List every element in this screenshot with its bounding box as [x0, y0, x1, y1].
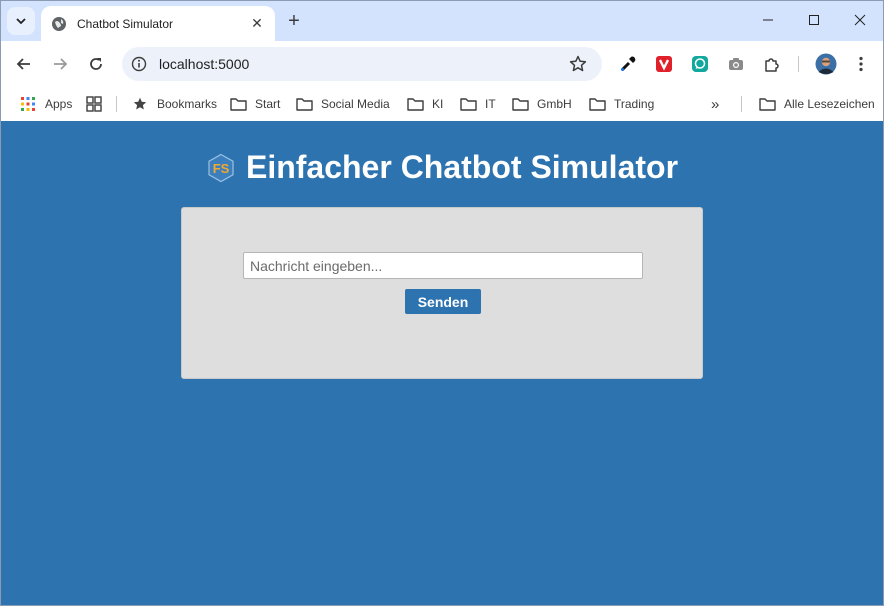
folder-icon	[511, 96, 529, 112]
reload-icon	[90, 58, 102, 70]
minimize-button[interactable]	[745, 5, 791, 35]
chat-extension-icon[interactable]	[690, 54, 710, 74]
bookmark-label: Social Media	[321, 97, 390, 111]
browser-tab[interactable]: Chatbot Simulator ✕	[41, 6, 275, 41]
bookmark-label: Start	[255, 97, 281, 111]
page-content: FS Einfacher Chatbot Simulator Senden	[1, 121, 883, 605]
address-bar[interactable]: localhost:5000	[122, 47, 602, 81]
folder-icon	[459, 96, 477, 112]
bookmark-label: Apps	[45, 97, 73, 111]
tab-title: Chatbot Simulator	[77, 16, 174, 31]
bookmark-label: KI	[432, 97, 444, 111]
tab-groups-button[interactable]	[85, 94, 111, 114]
address-url: localhost:5000	[159, 56, 250, 72]
bookmark-label: Trading	[614, 97, 655, 111]
chat-card: Senden	[181, 207, 703, 379]
browser-toolbar: localhost:5000	[1, 41, 883, 87]
browser-window: Chatbot Simulator ✕ + localhost:5000 App…	[0, 0, 884, 606]
send-button[interactable]: Senden	[405, 289, 481, 314]
toolbar-divider	[798, 56, 799, 72]
folder-icon	[758, 96, 776, 112]
bookmark-folder-social-media[interactable]: Social Media	[295, 94, 390, 114]
vivaldi-extension-icon[interactable]	[654, 54, 674, 74]
message-input[interactable]	[243, 252, 643, 279]
site-info-icon[interactable]	[130, 55, 148, 73]
bookmark-label: GmbH	[537, 97, 572, 111]
bookmarks-divider	[116, 96, 117, 112]
bookmarks-divider	[741, 96, 742, 112]
bookmark-folder-ki[interactable]: KI	[406, 94, 443, 114]
reload-button[interactable]	[83, 51, 109, 77]
bookmarks-overflow-button[interactable]: »	[711, 94, 719, 114]
all-bookmarks-label: Alle Lesezeichen	[784, 97, 875, 111]
page-header: FS Einfacher Chatbot Simulator	[1, 149, 883, 186]
folder-icon	[295, 96, 313, 112]
logo-text: FS	[213, 161, 230, 176]
minimize-icon	[763, 19, 773, 21]
puzzle-extensions-icon[interactable]	[762, 54, 782, 74]
menu-kebab-icon[interactable]	[851, 54, 871, 74]
star-icon	[131, 96, 149, 112]
bookmark-folder-start[interactable]: Start	[229, 94, 280, 114]
chevron-down-icon	[16, 18, 26, 25]
tab-search-button[interactable]	[7, 7, 35, 35]
apps-grid-icon	[19, 96, 37, 112]
close-window-button[interactable]	[837, 5, 883, 35]
bookmark-apps[interactable]: Apps	[19, 94, 72, 114]
arrow-left-icon	[16, 58, 30, 70]
back-button[interactable]	[11, 51, 37, 77]
arrow-right-icon	[54, 58, 68, 70]
fs-logo-icon: FS	[208, 153, 234, 182]
close-tab-icon[interactable]: ✕	[247, 14, 267, 34]
globe-icon	[51, 16, 67, 32]
chevron-double-right-icon: »	[711, 95, 720, 113]
bookmark-folder-trading[interactable]: Trading	[588, 94, 654, 114]
all-bookmarks-folder[interactable]: Alle Lesezeichen	[758, 94, 875, 114]
forward-button[interactable]	[47, 51, 73, 77]
maximize-icon	[809, 15, 819, 25]
bookmarks-bar: Apps Bookmarks Start Social Media KI IT …	[1, 87, 883, 121]
folder-icon	[406, 96, 424, 112]
tab-groups-icon	[85, 96, 103, 112]
folder-icon	[229, 96, 247, 112]
bookmark-label: Bookmarks	[157, 97, 218, 111]
tab-strip: Chatbot Simulator ✕ +	[1, 1, 883, 41]
folder-icon	[588, 96, 606, 112]
bookmark-label: IT	[485, 97, 496, 111]
page-title: Einfacher Chatbot Simulator	[245, 149, 679, 185]
bookmark-star-icon[interactable]	[568, 54, 588, 74]
bookmark-folder-gmbh[interactable]: GmbH	[511, 94, 572, 114]
close-icon	[854, 14, 866, 26]
new-tab-button[interactable]: +	[282, 10, 306, 32]
eyedropper-extension-icon[interactable]	[618, 54, 638, 74]
profile-avatar[interactable]	[815, 53, 837, 75]
camera-extension-icon[interactable]	[726, 54, 746, 74]
bookmark-folder-it[interactable]: IT	[459, 94, 496, 114]
maximize-button[interactable]	[791, 5, 837, 35]
bookmark-bookmarks[interactable]: Bookmarks	[131, 94, 217, 114]
